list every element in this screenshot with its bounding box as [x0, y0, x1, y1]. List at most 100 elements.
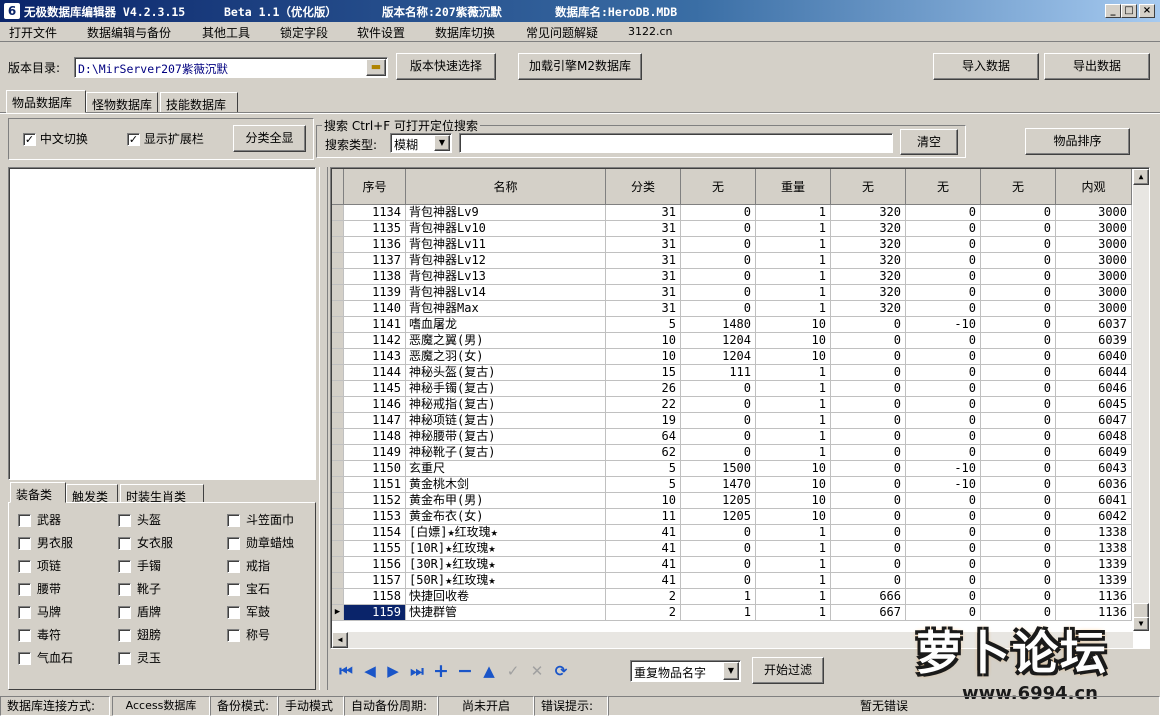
- table-cell[interactable]: 0: [981, 461, 1056, 477]
- cell-name[interactable]: 嗜血屠龙: [406, 317, 606, 333]
- table-cell[interactable]: 320: [831, 269, 906, 285]
- cell-name[interactable]: 背包神器Lv14: [406, 285, 606, 301]
- table-cell[interactable]: 0: [906, 381, 981, 397]
- table-cell[interactable]: 320: [831, 205, 906, 221]
- row-indicator[interactable]: [332, 413, 344, 429]
- category-belt[interactable]: 腰带: [18, 580, 61, 597]
- cell-name[interactable]: 黄金桃木剑: [406, 477, 606, 493]
- chevron-down-icon[interactable]: ▼: [434, 135, 450, 151]
- chevron-down-icon[interactable]: ▼: [723, 662, 739, 680]
- table-cell[interactable]: 1138: [344, 269, 406, 285]
- cell-name[interactable]: 神秘头盔(复古): [406, 365, 606, 381]
- table-cell[interactable]: 6041: [1056, 493, 1132, 509]
- category-checkbox[interactable]: [18, 606, 31, 619]
- category-checkbox[interactable]: [118, 514, 131, 527]
- table-cell[interactable]: 1158: [344, 589, 406, 605]
- category-shield[interactable]: 盾牌: [118, 603, 161, 620]
- category-boots[interactable]: 靴子: [118, 580, 161, 597]
- scroll-left-icon[interactable]: ◀: [332, 632, 348, 648]
- table-cell[interactable]: 1137: [344, 253, 406, 269]
- table-row[interactable]: 1138 背包神器Lv13 31 0 1 320 0 0 3000: [332, 269, 1132, 285]
- first-record-icon[interactable]: ⏮: [336, 661, 356, 681]
- load-engine-button[interactable]: 加载引擎M2数据库: [518, 53, 642, 80]
- header-none-2[interactable]: 无: [831, 169, 906, 205]
- table-cell[interactable]: 0: [831, 509, 906, 525]
- table-cell[interactable]: 0: [981, 557, 1056, 573]
- table-cell[interactable]: 0: [906, 493, 981, 509]
- table-cell[interactable]: 1: [756, 573, 831, 589]
- table-cell[interactable]: 0: [906, 557, 981, 573]
- table-cell[interactable]: 1: [756, 525, 831, 541]
- category-checkbox[interactable]: [118, 606, 131, 619]
- tab-trigger[interactable]: 触发类: [66, 484, 118, 504]
- category-drum[interactable]: 军鼓: [227, 603, 270, 620]
- table-cell[interactable]: 1: [756, 253, 831, 269]
- table-cell[interactable]: 1470: [681, 477, 756, 493]
- table-cell[interactable]: 1151: [344, 477, 406, 493]
- table-row[interactable]: 1155 [10R]★红玫瑰★ 41 0 1 0 0 0 1338: [332, 541, 1132, 557]
- table-cell[interactable]: 111: [681, 365, 756, 381]
- table-cell[interactable]: 0: [906, 221, 981, 237]
- table-cell[interactable]: 1150: [344, 461, 406, 477]
- table-cell[interactable]: 0: [831, 397, 906, 413]
- table-cell[interactable]: 1145: [344, 381, 406, 397]
- table-cell[interactable]: 0: [681, 541, 756, 557]
- category-checkbox[interactable]: [227, 629, 240, 642]
- table-cell[interactable]: 3000: [1056, 301, 1132, 317]
- header-none-4[interactable]: 无: [981, 169, 1056, 205]
- table-cell[interactable]: 10: [756, 349, 831, 365]
- row-indicator[interactable]: [332, 285, 344, 301]
- table-cell[interactable]: 3000: [1056, 285, 1132, 301]
- table-row[interactable]: 1141 嗜血屠龙 5 1480 10 0 -10 0 6037: [332, 317, 1132, 333]
- table-cell[interactable]: 0: [906, 573, 981, 589]
- cell-name[interactable]: 背包神器Lv10: [406, 221, 606, 237]
- cell-name[interactable]: 玄重尺: [406, 461, 606, 477]
- table-cell[interactable]: 0: [906, 301, 981, 317]
- table-cell[interactable]: 1140: [344, 301, 406, 317]
- table-cell[interactable]: 1480: [681, 317, 756, 333]
- maximize-icon[interactable]: □: [1121, 4, 1137, 18]
- table-cell[interactable]: 6044: [1056, 365, 1132, 381]
- cell-name[interactable]: 快捷回收卷: [406, 589, 606, 605]
- table-cell[interactable]: 1147: [344, 413, 406, 429]
- table-cell[interactable]: 0: [981, 253, 1056, 269]
- row-indicator[interactable]: [332, 237, 344, 253]
- header-none-3[interactable]: 无: [906, 169, 981, 205]
- table-cell[interactable]: 0: [906, 285, 981, 301]
- show-all-button[interactable]: 分类全显: [233, 125, 306, 152]
- table-cell[interactable]: 1338: [1056, 541, 1132, 557]
- table-cell[interactable]: 0: [681, 285, 756, 301]
- row-indicator[interactable]: [332, 429, 344, 445]
- cell-name[interactable]: 背包神器Lv12: [406, 253, 606, 269]
- table-cell[interactable]: 0: [906, 413, 981, 429]
- table-cell[interactable]: 0: [906, 589, 981, 605]
- table-cell[interactable]: 0: [681, 205, 756, 221]
- table-cell[interactable]: 1: [756, 589, 831, 605]
- table-cell[interactable]: 0: [681, 301, 756, 317]
- table-cell[interactable]: 1339: [1056, 557, 1132, 573]
- menu-website[interactable]: 3122.cn: [628, 25, 673, 38]
- table-cell[interactable]: 0: [831, 541, 906, 557]
- table-cell[interactable]: 666: [831, 589, 906, 605]
- tab-items[interactable]: 物品数据库: [6, 90, 86, 113]
- cell-name[interactable]: [白嫖]★红玫瑰★: [406, 525, 606, 541]
- filter-select[interactable]: 重复物品名字 ▼: [630, 660, 741, 682]
- table-cell[interactable]: 1143: [344, 349, 406, 365]
- table-cell[interactable]: 0: [981, 589, 1056, 605]
- category-checkbox[interactable]: [18, 652, 31, 665]
- table-cell[interactable]: 31: [606, 301, 681, 317]
- cell-name[interactable]: [10R]★红玫瑰★: [406, 541, 606, 557]
- table-cell[interactable]: 0: [831, 445, 906, 461]
- table-cell[interactable]: 0: [906, 269, 981, 285]
- category-checkbox[interactable]: [118, 629, 131, 642]
- table-row[interactable]: 1139 背包神器Lv14 31 0 1 320 0 0 3000: [332, 285, 1132, 301]
- category-checkbox[interactable]: [227, 514, 240, 527]
- export-button[interactable]: 导出数据: [1044, 53, 1150, 80]
- app-icon[interactable]: 6: [4, 3, 20, 19]
- item-grid[interactable]: 序号 名称 分类 无 重量 无 无 无 内观 1134 背包神器Lv9 31 0 1 32…: [330, 167, 1150, 649]
- clear-button[interactable]: 清空: [900, 129, 958, 155]
- cell-name[interactable]: 背包神器Max: [406, 301, 606, 317]
- table-cell[interactable]: 1135: [344, 221, 406, 237]
- cell-name[interactable]: [30R]★红玫瑰★: [406, 557, 606, 573]
- post-record-icon[interactable]: ✓: [503, 661, 523, 681]
